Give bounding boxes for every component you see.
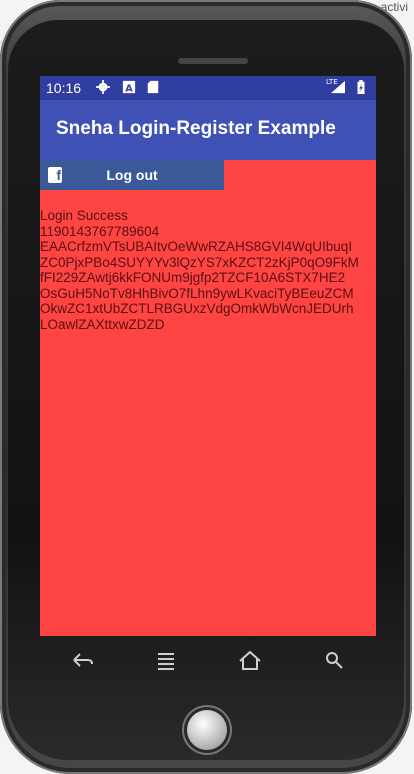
menu-icon[interactable]	[152, 650, 180, 670]
access-token-line: ZC0PjxPBo4SUYYYv3lQzYS7xKZCT2zKjP0qO9FkM	[40, 254, 359, 270]
search-icon[interactable]	[320, 650, 348, 670]
device-screen: 10:16 A LTE Sneha Login-Register Example…	[40, 76, 376, 636]
home-icon[interactable]	[236, 650, 264, 670]
app-title: Sneha Login-Register Example	[56, 118, 336, 139]
trackball-button[interactable]	[187, 710, 227, 750]
logout-label: Log out	[106, 167, 158, 183]
lte-label: LTE	[326, 78, 338, 86]
access-token-line: EAACrfzmVTsUBAItvOeWwRZAHS8GVI4WqUIbuqI	[40, 239, 353, 254]
status-time: 10:16	[46, 80, 82, 96]
app-bar: Sneha Login-Register Example	[40, 100, 376, 160]
access-token-line: OkwZC1xtUbZCTLRBGUxzVdgOmkWbWcnJEDUrh	[40, 301, 354, 316]
access-token-line: LOawlZAXttxwZDZD	[40, 316, 165, 332]
battery-icon	[357, 80, 365, 94]
svg-text:A: A	[125, 83, 133, 94]
login-result-text: Login Success 1190143767789604 EAACrfzmV…	[40, 208, 376, 332]
login-status-text: Login Success	[40, 208, 128, 223]
status-bar: 10:16 A LTE	[40, 76, 376, 100]
facebook-logout-button[interactable]: f Log out	[40, 160, 224, 190]
user-id-text: 1190143767789604	[40, 223, 160, 239]
earpiece-speaker	[178, 58, 248, 64]
back-icon[interactable]	[68, 650, 96, 670]
access-token-line: OsGuH5NoTv8HhBivO7fLhn9ywLKvaciTyBEeuZCM	[40, 285, 354, 301]
gear-icon	[96, 80, 110, 94]
a-notification-icon: A	[122, 80, 136, 94]
phone-frame: 10:16 A LTE Sneha Login-Register Example…	[0, 0, 412, 774]
access-token-line: fFI229ZAwtj6kkFONUm9jgfp2TZCF10A6STX7HE2	[40, 270, 346, 285]
sd-card-icon	[147, 80, 159, 94]
